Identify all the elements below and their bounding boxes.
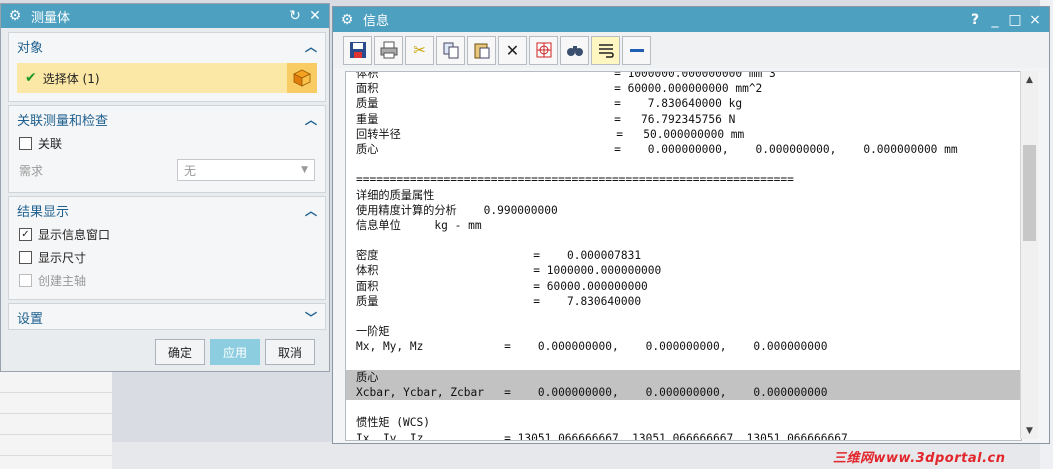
- group-title: 对象: [17, 40, 44, 56]
- scrollbar-thumb[interactable]: [1023, 145, 1036, 241]
- requirement-dropdown[interactable]: 无 ▼: [177, 159, 315, 181]
- dropdown-arrow-icon: ▼: [301, 165, 308, 175]
- info-window: ⚙ 信息 ? _ □ × ✂ ✕ 体积 = 1000000.000000000 …: [332, 6, 1050, 444]
- associative-checkbox-row[interactable]: 关联: [9, 132, 325, 155]
- info-line: 面积 = 60000.000000000 mm^2: [356, 82, 763, 96]
- select-body-label: 选择体 (1): [42, 71, 100, 86]
- requirement-row: 需求 无 ▼: [9, 155, 325, 185]
- minus-icon[interactable]: [622, 35, 651, 65]
- show-dimension-checkbox[interactable]: [19, 251, 32, 264]
- select-body-row[interactable]: ✔ 选择体 (1): [17, 63, 317, 93]
- close-icon[interactable]: ×: [1025, 12, 1045, 28]
- copy-icon[interactable]: [436, 35, 465, 65]
- group-title: 关联测量和检查: [17, 113, 109, 129]
- info-line: 质量 = 7.830640000: [356, 294, 642, 308]
- info-line: 信息单位 kg - mm: [356, 218, 482, 232]
- associative-group-header[interactable]: 关联测量和检查 ︿: [9, 106, 325, 132]
- dialog-buttons: 确定 应用 取消: [1, 339, 329, 365]
- result-display-group: 结果显示 ︿ ✓ 显示信息窗口 显示尺寸 创建主轴: [8, 196, 326, 300]
- dialog-title: 测量体: [31, 10, 71, 26]
- requirement-label: 需求: [19, 163, 44, 178]
- checkmark-icon: ✔: [25, 70, 37, 86]
- apply-button[interactable]: 应用: [209, 339, 260, 365]
- info-line: [356, 355, 1021, 370]
- cut-icon[interactable]: ✂: [405, 35, 434, 65]
- info-line: 质量 = 7.830640000 kg: [356, 97, 743, 111]
- checkbox-label: 关联: [38, 137, 63, 151]
- close-icon[interactable]: ✕: [305, 8, 325, 24]
- info-line: 惯性矩 (WCS): [356, 416, 430, 430]
- object-group-header[interactable]: 对象 ︿: [9, 33, 325, 59]
- vertical-scrollbar[interactable]: ▲ ▼: [1020, 71, 1038, 439]
- show-info-row[interactable]: ✓ 显示信息窗口: [9, 223, 325, 246]
- scroll-up-icon[interactable]: ▲: [1021, 71, 1038, 88]
- info-line: [356, 233, 1021, 248]
- info-line: 密度 = 0.000007831: [356, 249, 642, 263]
- chevron-up-icon: ︿: [304, 203, 317, 218]
- group-title: 结果显示: [17, 204, 70, 220]
- info-line: [356, 309, 1021, 324]
- measure-body-dialog: ⚙ 测量体 ↻ ✕ 对象 ︿ ✔ 选择体 (1) 关联测量和检查 ︿ 关联 需求…: [0, 3, 330, 372]
- window-title: 信息: [363, 14, 390, 29]
- result-display-group-header[interactable]: 结果显示 ︿: [9, 197, 325, 223]
- chevron-up-icon: ︿: [304, 112, 317, 127]
- info-toolbar: ✂ ✕: [333, 32, 1049, 68]
- show-dimension-row[interactable]: 显示尺寸: [9, 246, 325, 269]
- gear-icon: ⚙: [8, 8, 22, 24]
- delete-icon[interactable]: ✕: [498, 35, 527, 65]
- gear-icon: ⚙: [340, 11, 354, 28]
- word-wrap-icon[interactable]: [591, 35, 620, 65]
- associative-group: 关联测量和检查 ︿ 关联 需求 无 ▼: [8, 105, 326, 193]
- info-line: 重量 = 76.792345756 N: [356, 112, 736, 126]
- info-line: 一阶矩: [356, 325, 390, 339]
- info-line: [356, 157, 1021, 172]
- checkbox-label: 显示尺寸: [38, 251, 87, 265]
- info-line: 回转半径 = 50.000000000 mm: [356, 127, 745, 141]
- print-icon[interactable]: [374, 35, 403, 65]
- info-line: 质心: [346, 369, 1021, 385]
- show-info-checkbox[interactable]: ✓: [19, 228, 32, 241]
- info-titlebar[interactable]: ⚙ 信息 ? _ □ ×: [333, 7, 1049, 32]
- measure-titlebar[interactable]: ⚙ 测量体 ↻ ✕: [1, 4, 329, 28]
- background-grid: [0, 372, 112, 469]
- cancel-button[interactable]: 取消: [264, 339, 315, 365]
- ok-button[interactable]: 确定: [154, 339, 205, 365]
- info-line: ========================================…: [356, 173, 794, 187]
- maximize-icon[interactable]: □: [1005, 12, 1025, 28]
- info-line: 详细的质量属性: [356, 188, 435, 202]
- object-group: 对象 ︿ ✔ 选择体 (1): [8, 32, 326, 102]
- solid-body-icon[interactable]: [287, 63, 317, 93]
- info-line: 质心 = 0.000000000, 0.000000000, 0.0000000…: [356, 142, 958, 156]
- info-line: 使用精度计算的分析 0.990000000: [356, 203, 558, 217]
- info-line: Mx, My, Mz = 0.000000000, 0.000000000, 0…: [356, 340, 828, 354]
- settings-group-header[interactable]: 设置 ﹀: [9, 304, 325, 330]
- info-line: 面积 = 60000.000000000: [356, 279, 648, 293]
- settings-group: 设置 ﹀: [8, 303, 326, 330]
- checkbox-label: 创建主轴: [38, 274, 87, 288]
- info-text-lines: 体积 = 1000000.000000000 mm^3 面积 = 60000.00…: [346, 71, 1021, 441]
- group-title: 设置: [17, 311, 44, 327]
- save-icon[interactable]: [343, 35, 372, 65]
- create-axis-checkbox: [19, 274, 32, 287]
- chevron-up-icon: ︿: [304, 39, 317, 54]
- reset-icon[interactable]: ↻: [285, 8, 305, 24]
- scroll-down-icon[interactable]: ▼: [1021, 422, 1038, 439]
- info-text-area[interactable]: 体积 = 1000000.000000000 mm^3 面积 = 60000.00…: [345, 71, 1022, 441]
- find-icon[interactable]: [560, 35, 589, 65]
- info-line: [356, 400, 1021, 415]
- help-icon[interactable]: ?: [965, 12, 985, 28]
- minimize-icon[interactable]: _: [985, 12, 1005, 28]
- info-line: Ix, Iy, Iz = 13051.066666667, 13051.0666…: [356, 431, 848, 441]
- chevron-down-icon: ﹀: [304, 310, 317, 325]
- info-line: Xcbar, Ycbar, Zcbar = 0.000000000, 0.000…: [346, 384, 1021, 401]
- dropdown-value: 无: [184, 163, 197, 178]
- info-line: 体积 = 1000000.000000000 mm^3: [356, 71, 776, 80]
- checkbox-label: 显示信息窗口: [38, 228, 111, 242]
- info-line: 体积 = 1000000.000000000: [356, 264, 662, 278]
- paste-icon[interactable]: [467, 35, 496, 65]
- associative-checkbox[interactable]: [19, 137, 32, 150]
- watermark: 三维网www.3dportal.cn: [833, 451, 1006, 466]
- crosshair-icon[interactable]: [529, 35, 558, 65]
- create-axis-row: 创建主轴: [9, 269, 325, 292]
